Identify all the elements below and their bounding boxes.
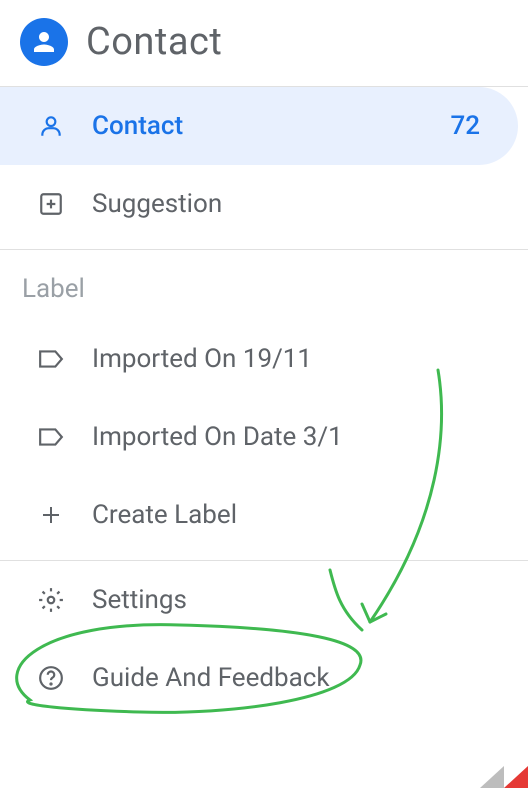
nav-item-settings[interactable]: Settings bbox=[0, 561, 528, 639]
guide-label: Guide And Feedback bbox=[92, 663, 510, 693]
nav-contact-label: Contact bbox=[92, 111, 422, 141]
label-icon bbox=[38, 346, 64, 372]
nav-item-suggestion[interactable]: Suggestion bbox=[0, 165, 528, 243]
watermark-logo bbox=[480, 760, 528, 788]
contact-avatar-icon bbox=[20, 18, 68, 66]
create-label-text: Create Label bbox=[92, 500, 510, 530]
settings-label: Settings bbox=[92, 585, 510, 615]
nav-suggestion-label: Suggestion bbox=[92, 189, 510, 219]
plus-icon bbox=[38, 502, 64, 528]
label-icon bbox=[38, 424, 64, 450]
app-title: Contact bbox=[86, 20, 222, 64]
app-header: Contact bbox=[0, 0, 528, 86]
label-item[interactable]: Imported On 19/11 bbox=[0, 320, 528, 398]
gear-icon bbox=[38, 587, 64, 613]
main-nav-section: Contact 72 Suggestion bbox=[0, 86, 528, 243]
person-icon bbox=[38, 113, 64, 139]
label-item-text: Imported On Date 3/1 bbox=[92, 422, 510, 452]
label-item-text: Imported On 19/11 bbox=[92, 344, 510, 374]
label-item[interactable]: Imported On Date 3/1 bbox=[0, 398, 528, 476]
suggestion-icon bbox=[38, 191, 64, 217]
nav-item-contact[interactable]: Contact 72 bbox=[0, 87, 518, 165]
help-icon bbox=[38, 665, 64, 691]
create-label-button[interactable]: Create Label bbox=[0, 476, 528, 554]
nav-item-guide[interactable]: Guide And Feedback bbox=[0, 639, 528, 717]
nav-contact-count: 72 bbox=[450, 111, 500, 141]
labels-heading: Label bbox=[0, 250, 528, 320]
